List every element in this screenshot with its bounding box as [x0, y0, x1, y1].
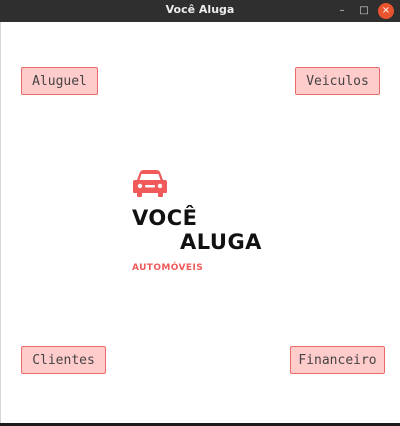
- company-logo: VOCÊ ALUGA AUTOMÓVEIS: [130, 168, 270, 278]
- logo-text-aluga: ALUGA: [180, 230, 262, 254]
- main-panel: Aluguel Veiculos Clientes Financeiro VOC…: [0, 22, 400, 423]
- logo-subtitle: AUTOMÓVEIS: [132, 263, 204, 273]
- app-window: Você Aluga – □ × Aluguel Veiculos Client…: [0, 0, 400, 426]
- title-bar[interactable]: Você Aluga – □ ×: [0, 0, 400, 22]
- maximize-button[interactable]: □: [356, 3, 372, 19]
- close-button[interactable]: ×: [378, 3, 394, 19]
- financeiro-button[interactable]: Financeiro: [290, 346, 385, 374]
- clientes-button[interactable]: Clientes: [21, 346, 106, 374]
- logo-text-voce: VOCÊ: [132, 206, 198, 230]
- car-icon: [133, 170, 167, 197]
- minimize-button[interactable]: –: [334, 3, 350, 19]
- veiculos-button[interactable]: Veiculos: [295, 67, 380, 95]
- window-border: [0, 22, 1, 423]
- aluguel-button[interactable]: Aluguel: [21, 67, 98, 95]
